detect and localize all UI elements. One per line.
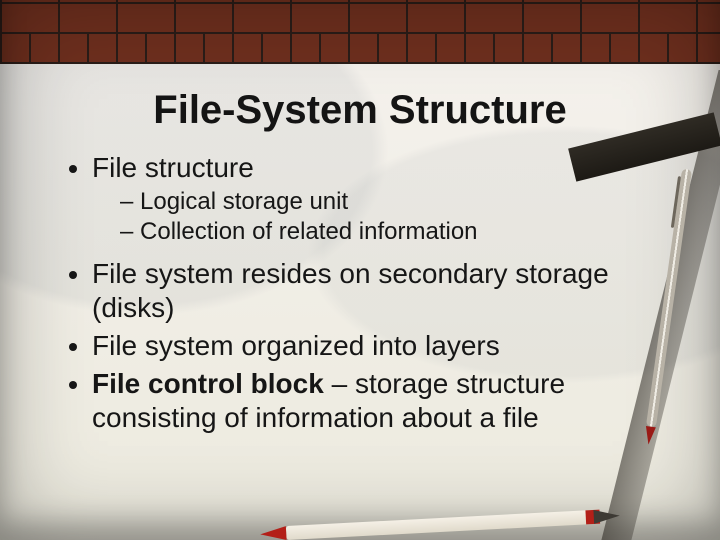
slide-title: File-System Structure	[0, 88, 720, 133]
brick-header	[0, 0, 720, 64]
bullet-4-bold: File control block	[92, 368, 324, 399]
bullet-list: File structure Logical storage unit Coll…	[68, 151, 660, 435]
bullet-1-sub-2: Collection of related information	[120, 217, 660, 246]
bullet-3: File system organized into layers	[92, 329, 660, 363]
bullet-1: File structure Logical storage unit Coll…	[92, 151, 660, 247]
slide: File-System Structure File structure Log…	[0, 0, 720, 540]
bullet-1-sub-1: Logical storage unit	[120, 187, 660, 216]
bullet-4: File control block – storage structure c…	[92, 367, 660, 435]
bullet-1-sublist: Logical storage unit Collection of relat…	[92, 187, 660, 247]
bullet-2: File system resides on secondary storage…	[92, 257, 660, 325]
bullet-1-text: File structure	[92, 152, 254, 183]
slide-content: File-System Structure File structure Log…	[0, 64, 720, 540]
